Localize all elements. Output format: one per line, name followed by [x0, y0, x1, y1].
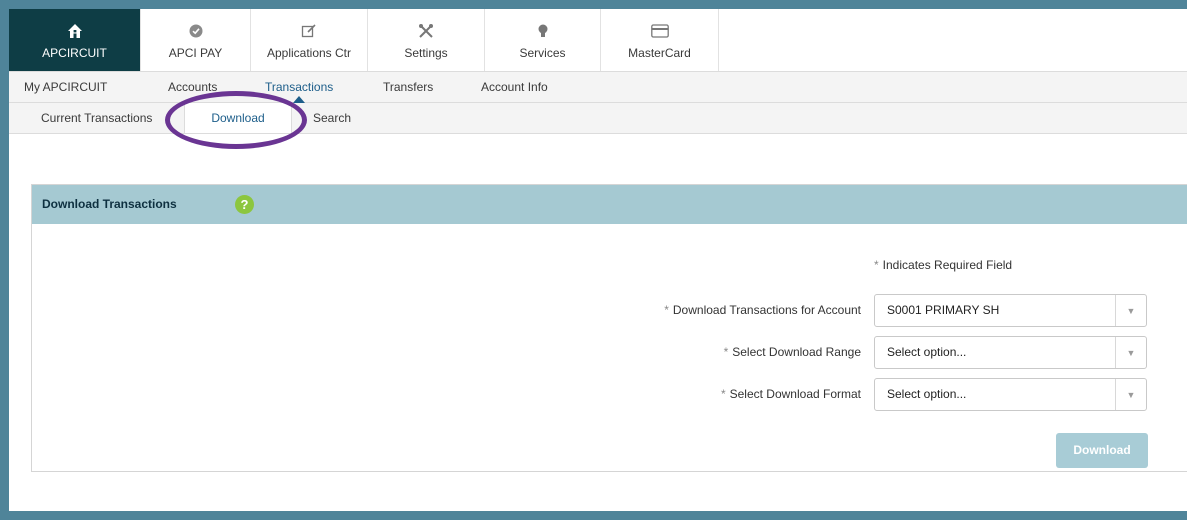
required-note-text: Indicates Required Field — [882, 258, 1013, 272]
sub-nav-transactions[interactable]: Transactions — [265, 72, 334, 103]
top-nav-settings[interactable]: Settings — [368, 9, 485, 71]
panel-header: Download Transactions ? — [32, 185, 1187, 224]
top-nav-mastercard[interactable]: MasterCard — [601, 9, 719, 71]
top-nav-apci-pay[interactable]: APCI PAY — [141, 9, 251, 71]
field-label-text: Select Download Format — [729, 387, 861, 401]
tab-current-transactions[interactable]: Current Transactions — [41, 103, 152, 133]
edit-icon — [301, 20, 317, 42]
bulb-icon — [537, 20, 549, 42]
help-icon[interactable]: ? — [235, 195, 254, 214]
chevron-down-icon: ▼ — [1115, 295, 1146, 326]
required-star: * — [874, 258, 879, 272]
sub-nav-label: Transactions — [265, 80, 334, 94]
tab-label: Download — [211, 111, 265, 125]
sub-nav-label: My APCIRCUIT — [24, 80, 108, 94]
top-nav-label: Settings — [404, 46, 448, 60]
tools-icon — [418, 20, 434, 42]
required-note: * Indicates Required Field — [874, 258, 1012, 272]
chevron-down-icon: ▼ — [1115, 337, 1146, 368]
sub-nav-accounts[interactable]: Accounts — [168, 72, 217, 102]
top-nav-label: Applications Ctr — [266, 46, 352, 60]
download-transactions-panel: Download Transactions ? * Indicates Requi… — [31, 184, 1187, 472]
select-value: Select option... — [887, 345, 967, 359]
select-value: Select option... — [887, 387, 967, 401]
sub-nav-transfers[interactable]: Transfers — [383, 72, 433, 102]
required-star: * — [723, 345, 729, 359]
required-star: * — [720, 387, 726, 401]
panel-title: Download Transactions — [42, 197, 177, 211]
active-caret-icon — [293, 96, 306, 103]
account-select[interactable]: S0001 PRIMARY SH ▼ — [874, 294, 1147, 327]
top-nav-services[interactable]: Services — [485, 9, 601, 71]
top-nav-label: APCIRCUIT — [42, 46, 107, 60]
sub-nav-my-apcircuit[interactable]: My APCIRCUIT — [24, 72, 107, 102]
tab-label: Current Transactions — [41, 111, 153, 125]
top-nav-apcircuit[interactable]: APCIRCUIT — [9, 9, 141, 71]
field-label-text: Download Transactions for Account — [672, 303, 861, 317]
download-button[interactable]: Download — [1056, 433, 1148, 468]
home-icon — [67, 20, 83, 42]
field-label-text: Select Download Range — [732, 345, 861, 359]
card-icon — [650, 20, 669, 42]
tab-search[interactable]: Search — [313, 103, 351, 133]
top-nav-label: MasterCard — [628, 46, 691, 60]
sub-nav-account-info[interactable]: Account Info — [481, 72, 548, 102]
format-select[interactable]: Select option... ▼ — [874, 378, 1147, 411]
top-nav-applications-ctr[interactable]: Applications Ctr — [251, 9, 368, 71]
sub-nav-label: Transfers — [383, 80, 434, 94]
page-content: APCIRCUIT APCI PAY Applications Ctr Sett… — [9, 9, 1187, 511]
check-circle-icon — [189, 20, 203, 42]
select-value: S0001 PRIMARY SH — [887, 303, 1000, 317]
chevron-down-icon: ▼ — [1115, 379, 1146, 410]
sub-nav-label: Accounts — [168, 80, 218, 94]
format-field-label: * Select Download Format — [721, 387, 861, 401]
account-field-label: * Download Transactions for Account — [664, 303, 861, 317]
range-field-label: * Select Download Range — [724, 345, 861, 359]
sub-nav-label: Account Info — [481, 80, 548, 94]
tab-download[interactable]: Download — [184, 103, 292, 133]
top-nav-label: Services — [519, 46, 566, 60]
sub-nav: My APCIRCUIT Accounts Transactions Trans… — [9, 72, 1187, 103]
required-star: * — [664, 303, 669, 317]
range-select[interactable]: Select option... ▼ — [874, 336, 1147, 369]
tab-label: Search — [313, 111, 352, 125]
top-nav-label: APCI PAY — [168, 46, 223, 60]
third-nav: Current Transactions Download Search — [9, 103, 1187, 134]
top-nav: APCIRCUIT APCI PAY Applications Ctr Sett… — [9, 9, 1187, 72]
